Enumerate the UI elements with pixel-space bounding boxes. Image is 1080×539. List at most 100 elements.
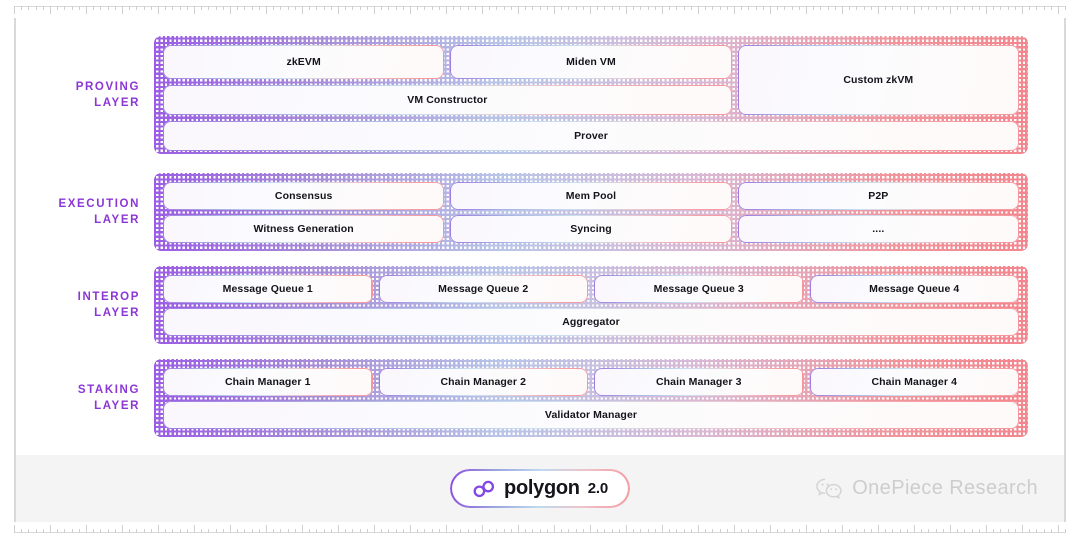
ruler-tick: [503, 6, 505, 10]
ruler-tick: [86, 6, 87, 14]
ruler-tick: [950, 525, 951, 533]
ruler-tick: [611, 529, 613, 533]
ruler-tick: [482, 525, 483, 533]
node-syncing-label: Syncing: [570, 223, 612, 235]
node-validator-manager[interactable]: Validator Manager: [163, 401, 1019, 429]
ruler-tick: [806, 6, 807, 14]
ruler-tick: [986, 6, 987, 14]
node-custom-zkvm[interactable]: Custom zkVM: [737, 45, 1019, 115]
node-consensus[interactable]: Consensus: [163, 182, 445, 210]
ruler-tick: [50, 525, 51, 533]
node-miden-vm[interactable]: Miden VM: [450, 45, 732, 79]
ruler-tick: [820, 529, 822, 533]
ruler-tick: [460, 6, 462, 10]
ruler-tick: [647, 6, 649, 10]
ruler-tick: [215, 6, 217, 10]
ruler-tick: [222, 6, 224, 10]
node-witness-generation[interactable]: Witness Generation: [163, 215, 445, 243]
ruler-tick: [352, 6, 354, 10]
node-vm-constructor[interactable]: VM Constructor: [163, 85, 732, 115]
ruler-tick: [546, 529, 548, 533]
ruler-tick: [834, 529, 836, 533]
ruler-tick: [71, 6, 73, 10]
ruler-tick: [1065, 6, 1066, 10]
ruler-tick: [201, 529, 203, 533]
ruler-tick: [57, 6, 59, 10]
node-chain-manager-4[interactable]: Chain Manager 4: [809, 368, 1019, 396]
ruler-tick: [906, 6, 908, 10]
ruler-tick: [410, 525, 411, 533]
ruler-tick: [395, 529, 397, 533]
node-aggregator[interactable]: Aggregator: [163, 308, 1019, 336]
ruler-tick: [798, 6, 800, 10]
ruler-tick: [251, 6, 253, 10]
ruler-tick: [719, 6, 721, 10]
ruler-tick: [244, 529, 246, 533]
node-custom-zkvm-label: Custom zkVM: [843, 74, 914, 86]
node-message-queue-2[interactable]: Message Queue 2: [378, 275, 588, 303]
ruler-tick: [914, 525, 915, 533]
node-chain-manager-3[interactable]: Chain Manager 3: [594, 368, 804, 396]
ruler-tick: [568, 529, 570, 533]
node-prover[interactable]: Prover: [163, 121, 1019, 151]
ruler-tick: [50, 6, 51, 14]
ruler-tick: [496, 6, 498, 10]
node-miden-vm-label: Miden VM: [566, 56, 616, 68]
node-syncing[interactable]: Syncing: [450, 215, 732, 243]
ruler-tick: [863, 6, 865, 10]
ruler-tick: [892, 529, 894, 533]
ruler-tick: [597, 529, 599, 533]
ruler-tick: [525, 529, 527, 533]
ruler-tick: [626, 6, 627, 14]
ruler-tick: [726, 6, 728, 10]
ruler-tick: [568, 6, 570, 10]
ruler-tick: [856, 6, 858, 10]
ruler-tick: [755, 529, 757, 533]
ruler-tick: [1043, 529, 1045, 533]
ruler-tick: [626, 525, 627, 533]
ruler-tick: [359, 529, 361, 533]
node-zkevm[interactable]: zkEVM: [163, 45, 445, 79]
ruler-tick: [489, 6, 491, 10]
ruler-tick: [770, 6, 771, 14]
ruler-tick: [554, 525, 555, 533]
ruler-tick: [892, 6, 894, 10]
ruler-tick: [381, 529, 383, 533]
node-message-queue-1[interactable]: Message Queue 1: [163, 275, 373, 303]
ruler-tick: [561, 6, 563, 10]
ruler-tick: [510, 6, 512, 10]
node-chain-manager-1[interactable]: Chain Manager 1: [163, 368, 373, 396]
ruler-tick: [950, 6, 951, 14]
layer-proving-container: zkEVM Miden VM Custom zkVM VM Constructo…: [154, 36, 1028, 154]
ruler-tick: [978, 6, 980, 10]
node-chain-manager-2[interactable]: Chain Manager 2: [378, 368, 588, 396]
polygon-brand-pill[interactable]: polygon 2.0: [450, 469, 630, 508]
ruler-tick: [467, 6, 469, 10]
ruler-tick: [1058, 6, 1059, 14]
ruler-tick: [726, 529, 728, 533]
ruler-tick: [330, 6, 332, 10]
ruler-tick: [554, 6, 555, 14]
node-execution-more[interactable]: ....: [737, 215, 1019, 243]
watermark: OnePiece Research: [815, 477, 1038, 501]
ruler-tick: [705, 6, 707, 10]
node-message-queue-4[interactable]: Message Queue 4: [809, 275, 1019, 303]
ruler-tick: [460, 529, 462, 533]
ruler-tick: [266, 6, 267, 14]
node-mem-pool[interactable]: Mem Pool: [450, 182, 732, 210]
ruler-tick: [575, 6, 577, 10]
ruler-tick: [273, 529, 275, 533]
ruler-tick: [302, 6, 303, 14]
ruler-tick: [964, 6, 966, 10]
ruler-tick: [424, 6, 426, 10]
ruler-tick: [186, 529, 188, 533]
ruler-tick: [114, 6, 116, 10]
ruler-tick: [280, 6, 282, 10]
ruler-tick: [273, 6, 275, 10]
ruler-tick: [654, 6, 656, 10]
node-p2p[interactable]: P2P: [737, 182, 1019, 210]
node-message-queue-3[interactable]: Message Queue 3: [594, 275, 804, 303]
ruler-tick: [28, 529, 30, 533]
ruler-tick: [762, 6, 764, 10]
ruler-bottom: [14, 521, 1066, 533]
